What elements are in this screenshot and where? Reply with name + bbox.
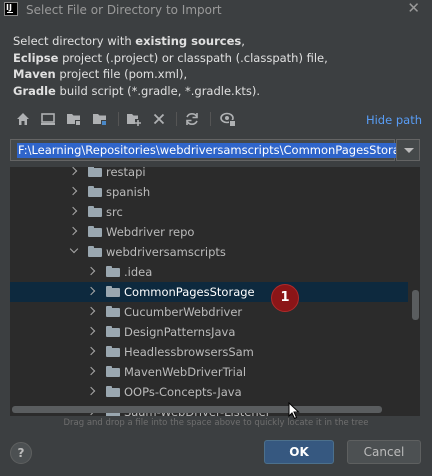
tree-row[interactable]: MavenWebDriverTrial [10, 362, 408, 382]
chevron-right-icon[interactable] [68, 167, 78, 176]
chevron-right-icon[interactable] [68, 226, 78, 236]
folder-icon [88, 246, 102, 257]
tree-item-label: HeadlessbrowsersSam [124, 345, 254, 359]
tree-item-label: DesignPatternsJava [124, 325, 236, 339]
project-folder-icon[interactable] [66, 111, 82, 127]
hide-path-link[interactable]: Hide path [366, 113, 422, 127]
chevron-right-icon[interactable] [68, 206, 78, 216]
tree-item-label: CucumberWebdriver [124, 305, 243, 319]
tree-row[interactable]: DesignPatternsJava [10, 322, 408, 342]
file-chooser-toolbar: Hide path [0, 106, 432, 132]
description-line-4: Gradle build script (*.gradle, *.gradle.… [13, 83, 261, 98]
tree-item-label: webdriversamscripts [106, 245, 226, 259]
toolbar-separator [176, 112, 177, 126]
description-line-2: Eclipse project (.project) or classpath … [13, 50, 328, 65]
folder-icon [88, 167, 102, 177]
delete-icon[interactable] [151, 111, 167, 127]
description-line-3: Maven project file (pom.xml), [13, 67, 188, 82]
tree-vertical-scrollbar[interactable] [412, 290, 419, 320]
chevron-down-icon[interactable] [69, 244, 79, 254]
close-icon[interactable]: ✕ [407, 1, 420, 16]
chevron-right-icon[interactable] [86, 286, 96, 296]
tree-item-label: .idea [124, 265, 153, 279]
folder-icon [106, 386, 120, 397]
import-description: Select directory with existing sources, … [13, 33, 423, 99]
annotation-badge: 1 [271, 284, 299, 312]
tree-row[interactable]: Webdriver repo [10, 222, 408, 242]
refresh-icon[interactable] [184, 111, 200, 127]
path-value[interactable]: F:\Learning\Repositories\webdriversamscr… [17, 143, 416, 158]
chevron-right-icon[interactable] [86, 366, 96, 376]
tree-row[interactable]: OOPs-Concepts-Java [10, 382, 408, 402]
tree-row[interactable]: webdriversamscripts [10, 242, 408, 262]
tree-row[interactable]: restapi [10, 167, 408, 182]
app-icon-text: IJ [6, 3, 12, 12]
file-tree[interactable]: restapi spanish src Webdriver repo webdr… [10, 167, 420, 416]
tree-row[interactable]: .idea [10, 262, 408, 282]
module-folder-icon[interactable] [92, 111, 108, 127]
chevron-right-icon[interactable] [86, 346, 96, 356]
path-history-dropdown[interactable] [396, 139, 420, 161]
toolbar-separator [210, 112, 211, 126]
tree-row-selected[interactable]: CommonPagesStorage [10, 282, 408, 302]
tree-item-label: restapi [106, 167, 146, 179]
tree-row[interactable]: HeadlessbrowsersSam [10, 342, 408, 362]
window-title: Select File or Directory to Import [26, 3, 222, 17]
desktop-icon[interactable] [40, 111, 56, 127]
home-icon[interactable] [15, 111, 31, 127]
chevron-right-icon[interactable] [86, 386, 96, 396]
drag-drop-hint: Drag and drop a file into the space abov… [63, 418, 369, 428]
new-folder-icon[interactable] [126, 111, 142, 127]
tree-row[interactable]: spanish [10, 182, 408, 202]
folder-icon [106, 306, 120, 317]
tree-item-label: src [106, 205, 123, 219]
title-bar: IJ Select File or Directory to Import ✕ [0, 0, 432, 20]
folder-icon [88, 186, 102, 197]
path-input[interactable]: F:\Learning\Repositories\webdriversamscr… [10, 139, 416, 161]
folder-icon [88, 206, 102, 217]
toolbar-separator [118, 112, 119, 126]
folder-icon [106, 346, 120, 357]
help-button[interactable]: ? [10, 442, 32, 464]
folder-icon [88, 226, 102, 237]
tree-row[interactable]: src [10, 202, 408, 222]
chevron-right-icon[interactable] [68, 186, 78, 196]
cancel-button[interactable]: Cancel [347, 440, 421, 464]
folder-icon [106, 326, 120, 337]
description-line-1: Select directory with existing sources, [13, 34, 245, 48]
folder-icon [106, 366, 120, 377]
tree-row[interactable]: CucumberWebdriver [10, 302, 408, 322]
tree-item-label: Webdriver repo [106, 225, 195, 239]
tree-item-label: MavenWebDriverTrial [124, 365, 247, 379]
folder-icon [106, 266, 120, 277]
chevron-right-icon[interactable] [86, 266, 96, 276]
tree-item-label: OOPs-Concepts-Java [124, 385, 242, 399]
intellij-app-icon: IJ [4, 2, 18, 16]
show-hidden-icon[interactable] [220, 111, 236, 127]
folder-icon [106, 286, 120, 297]
chevron-right-icon[interactable] [86, 306, 96, 316]
chevron-right-icon[interactable] [86, 326, 96, 336]
ok-button[interactable]: OK [264, 440, 334, 464]
tree-horizontal-scrollbar[interactable] [12, 406, 382, 413]
tree-item-label: spanish [106, 185, 151, 199]
tree-item-label: CommonPagesStorage [124, 285, 255, 299]
